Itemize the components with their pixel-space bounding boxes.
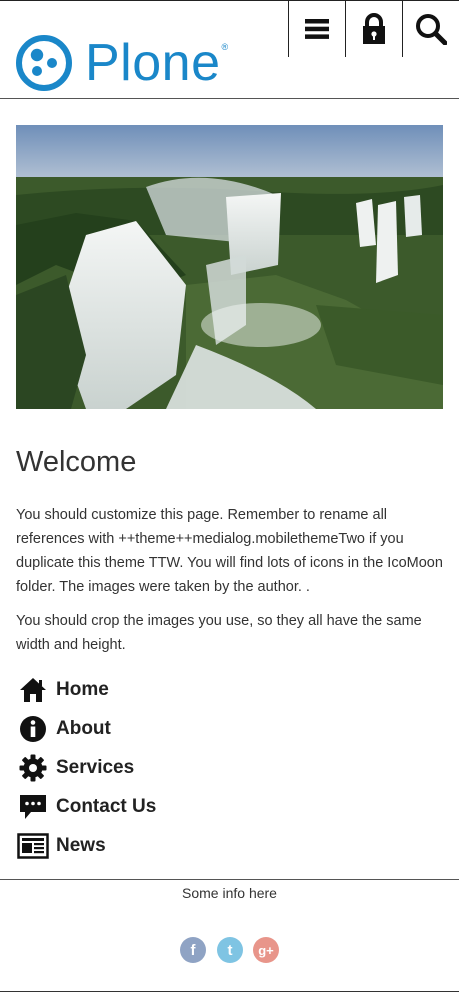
search-button[interactable] <box>402 0 459 57</box>
intro-paragraph: You should customize this page. Remember… <box>16 507 443 595</box>
info-icon <box>16 712 50 746</box>
login-button[interactable] <box>345 0 402 57</box>
newspaper-icon <box>16 829 50 863</box>
nav-item-contact-us[interactable]: Contact Us <box>16 787 156 826</box>
twitter-icon[interactable]: t <box>217 937 243 963</box>
nav-item-news[interactable]: News <box>16 826 156 865</box>
nav-item-services[interactable]: Services <box>16 748 156 787</box>
site-header: Plone ® <box>0 0 459 99</box>
nav-label-services: Services <box>56 756 135 778</box>
facebook-glyph: f <box>190 941 196 959</box>
chat-icon <box>16 790 50 824</box>
menu-button[interactable] <box>288 0 345 57</box>
nav-label-contact-us: Contact Us <box>56 795 157 817</box>
lock-icon <box>363 12 385 44</box>
facebook-icon[interactable]: f <box>180 937 206 963</box>
nav-label-news: News <box>56 834 106 856</box>
footer-info: Some info here <box>182 885 277 901</box>
gear-icon <box>16 751 50 785</box>
nav-label-home: Home <box>56 678 109 700</box>
twitter-glyph: t <box>227 941 233 959</box>
google-plus-icon[interactable]: g+ <box>253 937 279 963</box>
main-navigation: Home About Services Contact Us News <box>16 670 156 865</box>
nav-item-home[interactable]: Home <box>16 670 156 709</box>
google-plus-glyph: g+ <box>258 942 274 958</box>
site-footer: Some info here f t g+ <box>0 879 459 992</box>
registered-mark: ® <box>221 42 229 52</box>
waterfall-image <box>16 125 443 409</box>
nav-label-about: About <box>56 717 111 739</box>
logo-text: Plone <box>85 34 221 92</box>
crop-paragraph: You should crop the images you use, so t… <box>16 613 422 653</box>
page-title: Welcome <box>16 446 137 478</box>
hamburger-icon <box>305 18 329 39</box>
home-icon <box>16 673 50 707</box>
plone-logo-icon <box>16 35 72 91</box>
nav-item-about[interactable]: About <box>16 709 156 748</box>
plone-logo-link[interactable]: Plone ® <box>15 34 229 92</box>
search-icon <box>416 13 447 45</box>
